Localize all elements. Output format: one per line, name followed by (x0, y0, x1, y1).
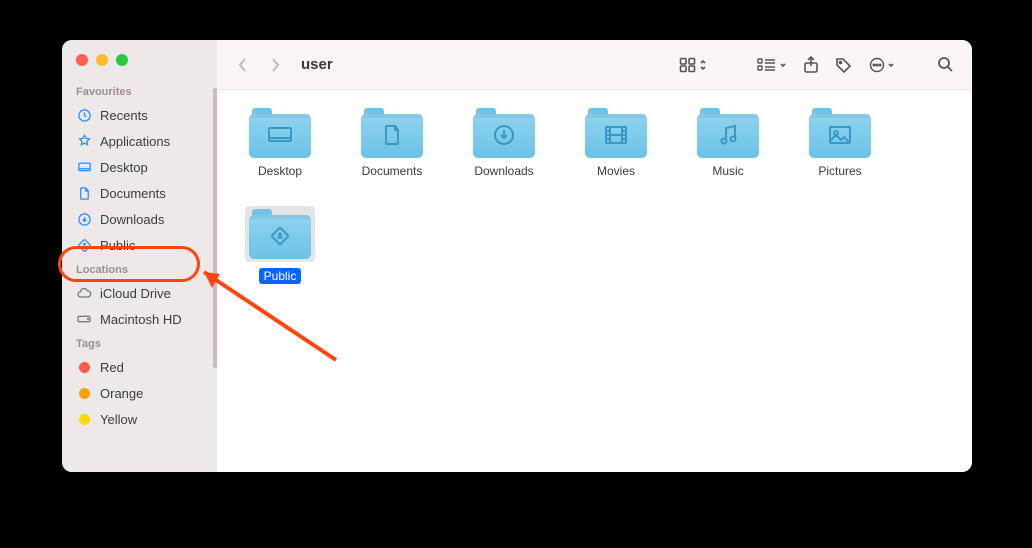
forward-button[interactable] (263, 53, 287, 77)
folder-label: Public (259, 268, 302, 284)
tags-button[interactable] (831, 51, 857, 79)
folder-label: Documents (362, 164, 423, 178)
view-mode-button[interactable] (675, 51, 711, 79)
folder-item-movies[interactable]: Movies (581, 108, 651, 178)
sidebar-item-label: Applications (100, 134, 170, 149)
sidebar-item-label: iCloud Drive (100, 286, 171, 301)
folder-label: Music (712, 164, 743, 178)
window-title: user (301, 56, 333, 73)
search-button[interactable] (933, 51, 958, 79)
share-button[interactable] (799, 51, 823, 79)
folder-item-downloads[interactable]: Downloads (469, 108, 539, 178)
sidebar-section-locations: Locations (62, 258, 217, 280)
folder-label: Desktop (258, 164, 302, 178)
sidebar-item-label: Recents (100, 108, 148, 123)
sidebar-item-label: Downloads (100, 212, 164, 227)
documents-folder-glyph-icon (382, 124, 402, 149)
sidebar-item-public[interactable]: Public (62, 232, 217, 258)
sidebar-item-icloud[interactable]: iCloud Drive (62, 280, 217, 306)
applications-icon (76, 133, 92, 149)
documents-icon (76, 185, 92, 201)
disk-icon (76, 311, 92, 327)
sidebar-item-label: Documents (100, 186, 166, 201)
sidebar-tag-orange[interactable]: Orange (62, 380, 217, 406)
sidebar-item-label: Red (100, 360, 124, 375)
movies-folder-glyph-icon (604, 125, 628, 148)
toolbar: user (217, 40, 972, 90)
close-window-button[interactable] (76, 54, 88, 66)
folder-label: Pictures (818, 164, 861, 178)
zoom-window-button[interactable] (116, 54, 128, 66)
music-folder-glyph-icon (718, 124, 738, 149)
sidebar-item-recents[interactable]: Recents (62, 102, 217, 128)
folder-item-pictures[interactable]: Pictures (805, 108, 875, 178)
pictures-folder-glyph-icon (828, 125, 852, 148)
sidebar-section-favourites: Favourites (62, 80, 217, 102)
folder-label: Movies (597, 164, 635, 178)
sidebar: Favourites Recents Applications Desktop … (62, 40, 217, 472)
recents-icon (76, 107, 92, 123)
folder-item-documents[interactable]: Documents (357, 108, 427, 178)
folder-item-music[interactable]: Music (693, 108, 763, 178)
sidebar-item-macintosh-hd[interactable]: Macintosh HD (62, 306, 217, 332)
finder-window: Favourites Recents Applications Desktop … (62, 40, 972, 472)
folder-label: Downloads (474, 164, 533, 178)
main-panel: user (217, 40, 972, 472)
sidebar-item-label: Orange (100, 386, 143, 401)
desktop-icon (76, 159, 92, 175)
desktop-folder-glyph-icon (267, 125, 293, 148)
sidebar-item-label: Macintosh HD (100, 312, 182, 327)
minimize-window-button[interactable] (96, 54, 108, 66)
downloads-icon (76, 211, 92, 227)
sidebar-tag-yellow[interactable]: Yellow (62, 406, 217, 432)
downloads-folder-glyph-icon (493, 124, 515, 149)
sidebar-item-desktop[interactable]: Desktop (62, 154, 217, 180)
tag-dot-icon (76, 411, 92, 427)
chevron-down-icon (779, 60, 787, 70)
updown-icon (699, 58, 707, 72)
sidebar-item-downloads[interactable]: Downloads (62, 206, 217, 232)
sidebar-item-label: Yellow (100, 412, 137, 427)
sidebar-item-applications[interactable]: Applications (62, 128, 217, 154)
action-menu-button[interactable] (865, 51, 899, 79)
sidebar-item-label: Desktop (100, 160, 148, 175)
window-controls (62, 52, 217, 80)
chevron-down-icon (887, 60, 895, 70)
tag-dot-icon (76, 359, 92, 375)
tag-dot-icon (76, 385, 92, 401)
folder-item-public[interactable]: Public (245, 206, 315, 284)
back-button[interactable] (231, 53, 255, 77)
sidebar-section-tags: Tags (62, 332, 217, 354)
sidebar-scrollbar[interactable] (213, 88, 217, 368)
folder-item-desktop[interactable]: Desktop (245, 108, 315, 178)
sidebar-item-label: Public (100, 238, 135, 253)
sidebar-item-documents[interactable]: Documents (62, 180, 217, 206)
icloud-icon (76, 285, 92, 301)
folder-grid: Desktop Documents Downloads (217, 90, 972, 472)
sidebar-tag-red[interactable]: Red (62, 354, 217, 380)
public-icon (76, 237, 92, 253)
public-folder-glyph-icon (268, 224, 292, 251)
group-button[interactable] (753, 51, 791, 79)
